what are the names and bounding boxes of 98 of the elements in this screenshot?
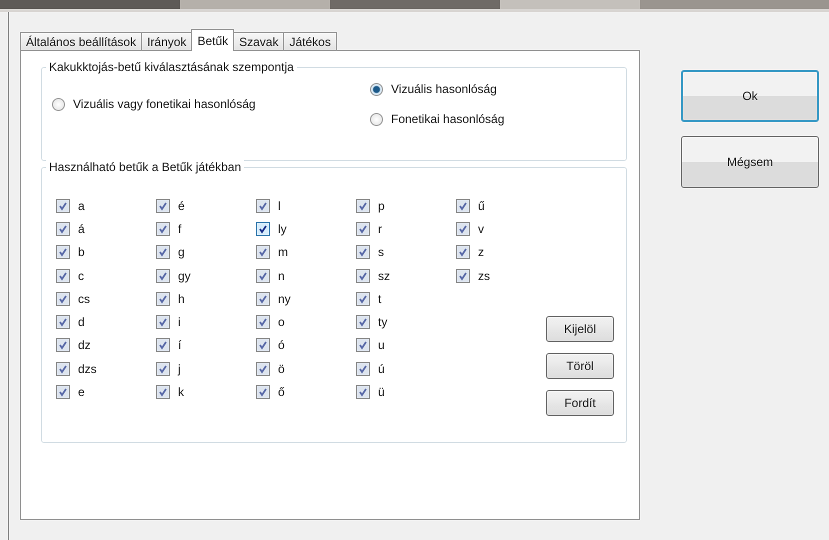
checkbox[interactable] [356,198,370,213]
checkbox-label[interactable]: p [378,198,385,213]
checkbox[interactable] [156,338,170,352]
checkbox-label[interactable]: t [378,292,382,306]
action-button[interactable]: Töröl [546,353,614,379]
checkbox-label[interactable]: k [178,385,184,400]
checkbox-label[interactable]: d [78,315,85,330]
checkbox[interactable] [156,268,170,283]
checkbox-label[interactable]: c [78,268,84,283]
checkbox[interactable] [356,222,370,236]
checkbox-label[interactable]: f [178,222,182,236]
radio-label[interactable]: Fonetikai hasonlóság [391,112,504,126]
action-button[interactable]: Fordít [546,390,614,416]
checkbox-label[interactable]: n [278,268,285,283]
checkbox[interactable] [356,245,370,260]
checkbox-label[interactable]: ny [278,292,291,306]
checkbox[interactable] [56,198,70,213]
checkbox[interactable] [256,338,270,352]
checkbox-label[interactable]: ú [378,362,385,376]
checkbox[interactable] [56,292,70,306]
checkbox[interactable] [256,292,270,306]
checkbox[interactable] [56,385,70,400]
tab[interactable]: Irányok [141,32,192,50]
checkbox-label[interactable]: gy [178,268,191,283]
checkbox-label[interactable]: é [178,198,185,213]
checkbox[interactable] [356,292,370,306]
checkbox[interactable] [256,222,270,236]
checkbox-label[interactable]: ő [278,385,285,400]
checkbox[interactable] [356,315,370,330]
checkbox[interactable] [356,362,370,376]
dialog-button[interactable]: Mégsem [681,136,819,188]
checkbox-label[interactable]: ü [378,385,385,400]
checkbox-label[interactable]: z [478,245,484,260]
checkbox[interactable] [456,268,470,283]
checkbox-label[interactable]: ö [278,362,285,376]
checkbox-label[interactable]: s [378,245,384,260]
checkbox[interactable] [456,222,470,236]
dialog-button[interactable]: Ok [681,70,819,122]
checkbox[interactable] [256,268,270,283]
checkbox-label[interactable]: dzs [78,362,97,376]
checkbox[interactable] [356,268,370,283]
checkbox[interactable] [256,362,270,376]
checkbox-label[interactable]: r [378,222,382,236]
checkbox-label[interactable]: o [278,315,285,330]
checkbox-label[interactable]: g [178,245,185,260]
checkbox[interactable] [156,315,170,330]
tab[interactable]: Betűk [191,29,234,51]
checkbox[interactable] [56,245,70,260]
checkbox[interactable] [356,385,370,400]
radio-button[interactable] [370,82,383,96]
checkbox[interactable] [256,385,270,400]
checkbox[interactable] [456,198,470,213]
tab[interactable]: Játékos [283,32,337,50]
checkbox-label[interactable]: a [78,198,85,213]
checkbox[interactable] [256,198,270,213]
checkbox[interactable] [356,338,370,352]
checkbox-label[interactable]: ó [278,338,285,352]
checkbox-label[interactable]: e [78,385,85,400]
checkbox-label[interactable]: á [78,222,85,236]
checkbox[interactable] [156,245,170,260]
checkbox-label[interactable]: b [78,245,85,260]
checkbox[interactable] [56,268,70,283]
radio-button[interactable] [370,112,383,126]
tab[interactable]: Általános beállítások [20,32,142,50]
checkbox-label[interactable]: í [178,338,182,352]
radio-button[interactable] [52,98,65,110]
checkbox[interactable] [456,245,470,260]
radio-label[interactable]: Vizuális vagy fonetikai hasonlóság [73,97,256,111]
checkbox[interactable] [156,362,170,376]
checkbox[interactable] [56,315,70,330]
checkbox-label[interactable]: cs [78,292,90,306]
checkbox-label[interactable]: ű [478,198,485,213]
checkbox-label[interactable]: u [378,338,385,352]
checkbox-label[interactable]: ly [278,222,287,236]
checkbox-label[interactable]: m [278,245,288,260]
checkbox-label[interactable]: sz [378,268,390,283]
group-title: Használható betűk a Betűk játékban [46,160,244,174]
checkbox-label[interactable]: ty [378,315,388,330]
checkbox-label[interactable]: j [178,362,181,376]
checkbox[interactable] [156,198,170,213]
checkbox-label[interactable]: h [178,292,185,306]
checkbox[interactable] [256,315,270,330]
group-title: Kakukktojás-betű kiválasztásának szempontja [46,60,297,74]
checkbox[interactable] [256,245,270,260]
checkbox-label[interactable]: dz [78,338,91,352]
checkbox[interactable] [56,338,70,352]
tab[interactable]: Szavak [233,32,284,50]
checkbox[interactable] [56,222,70,236]
checkbox[interactable] [56,362,70,376]
checkbox[interactable] [156,385,170,400]
checkbox-label[interactable]: zs [478,268,490,283]
checkbox-label[interactable]: i [178,315,181,330]
checkbox[interactable] [156,222,170,236]
checkbox-label[interactable]: l [278,198,281,213]
radio-label[interactable]: Vizuális hasonlóság [391,82,497,96]
action-button[interactable]: Kijelöl [546,316,614,342]
checkbox[interactable] [156,292,170,306]
checkbox-label[interactable]: v [478,222,484,236]
